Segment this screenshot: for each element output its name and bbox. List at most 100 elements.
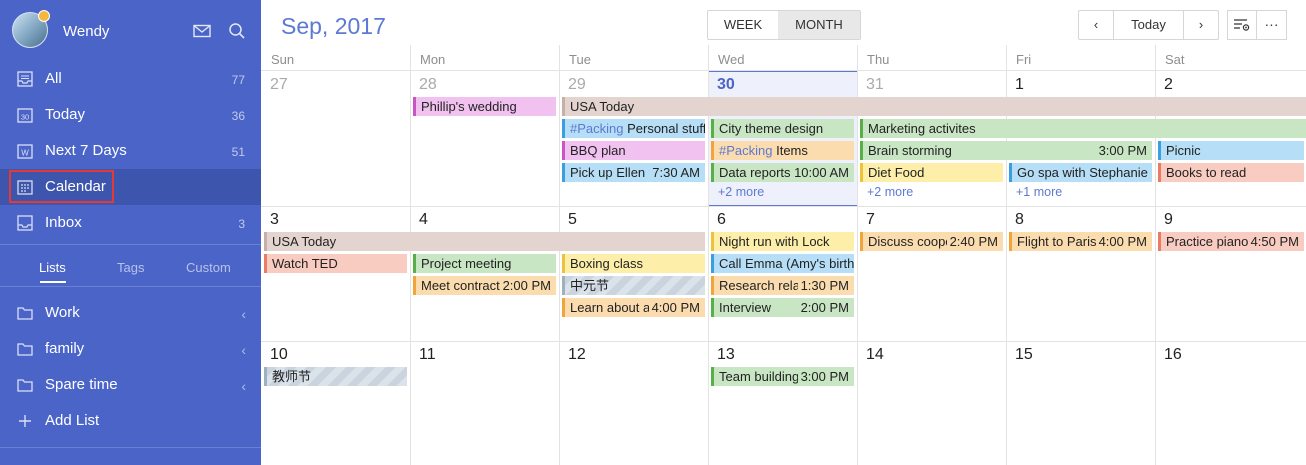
event-chip[interactable]: Team building 3:00 PM: [711, 367, 854, 386]
mail-icon[interactable]: [193, 22, 211, 40]
tab-lists[interactable]: Lists: [39, 260, 66, 275]
event-chip[interactable]: Night run with Lock: [711, 232, 854, 251]
chevron-left-icon[interactable]: ‹: [241, 306, 246, 322]
sidebar-item-work[interactable]: Work ‹: [0, 295, 261, 331]
event-chip[interactable]: Boxing class: [562, 254, 705, 273]
sidebar-item-label: Next 7 Days: [45, 142, 127, 159]
calendar-main: Sep, 2017 WEEK MONTH ‹ Today › ··· Sun M…: [261, 0, 1306, 465]
date-number[interactable]: 29: [568, 76, 586, 94]
date-number[interactable]: 11: [419, 346, 436, 364]
date-number[interactable]: 27: [270, 76, 288, 94]
holiday-chip[interactable]: 中元节: [562, 276, 705, 295]
event-tag: #Packing: [719, 143, 773, 158]
sidebar-item-inbox[interactable]: Inbox 3: [0, 205, 261, 241]
more-events-link[interactable]: +2 more: [867, 185, 913, 199]
event-chip[interactable]: Pick up Ellen f 7:30 AM: [562, 163, 705, 182]
more-events-link[interactable]: +1 more: [1016, 185, 1062, 199]
tab-custom[interactable]: Custom: [186, 260, 231, 275]
event-chip-multiday[interactable]: Marketing activites: [860, 119, 1306, 138]
sidebar-item-spare-time[interactable]: Spare time ‹: [0, 367, 261, 403]
event-chip[interactable]: Watch TED: [264, 254, 407, 273]
date-number[interactable]: 9: [1164, 211, 1173, 229]
month-view-button[interactable]: MONTH: [778, 11, 860, 39]
event-chip[interactable]: Flight to Paris 4:00 PM: [1009, 232, 1152, 251]
sidebar-item-label: Today: [45, 106, 86, 123]
chevron-left-icon[interactable]: ‹: [241, 342, 246, 358]
event-chip[interactable]: Practice piano 4:50 PM: [1158, 232, 1304, 251]
folder-icon: [17, 379, 33, 392]
event-title: Data reports: [719, 165, 791, 180]
event-chip[interactable]: Research relat 1:30 PM: [711, 276, 854, 295]
divider: [0, 286, 261, 287]
holiday-chip[interactable]: 教师节: [264, 367, 407, 386]
sidebar-item-next-7-days[interactable]: W Next 7 Days 51: [0, 133, 261, 169]
view-options-button[interactable]: [1227, 10, 1257, 40]
chevron-left-icon[interactable]: ‹: [1079, 11, 1113, 39]
event-chip[interactable]: Learn about a 4:00 PM: [562, 298, 705, 317]
event-chip[interactable]: Phillip's wedding: [413, 97, 556, 116]
event-chip[interactable]: Go spa with Stephanie: [1009, 163, 1152, 182]
event-chip[interactable]: Diet Food: [860, 163, 1003, 182]
date-number[interactable]: 31: [866, 76, 884, 94]
tab-tags[interactable]: Tags: [117, 260, 144, 275]
event-chip[interactable]: Interview 2:00 PM: [711, 298, 854, 317]
sidebar-item-label: Inbox: [45, 214, 82, 231]
plus-icon: [19, 415, 31, 427]
date-number[interactable]: 13: [717, 346, 735, 364]
add-list-button[interactable]: Add List: [0, 403, 261, 439]
avatar[interactable]: [12, 10, 50, 48]
event-chip[interactable]: Books to read: [1158, 163, 1304, 182]
chevron-left-icon[interactable]: ‹: [241, 378, 246, 394]
event-time: 4:00 PM: [1095, 232, 1147, 251]
date-number[interactable]: 2: [1164, 76, 1173, 94]
event-chip-multiday[interactable]: USA Today: [562, 97, 1306, 116]
chevron-right-icon[interactable]: ›: [1184, 11, 1218, 39]
event-time: 4:50 PM: [1247, 232, 1299, 251]
sidebar-item-today[interactable]: 30 Today 36: [0, 97, 261, 133]
add-list-label: Add List: [45, 412, 100, 429]
event-title: BBQ plan: [570, 143, 626, 158]
event-chip[interactable]: Project meeting: [413, 254, 556, 273]
event-chip[interactable]: Call Emma (Amy's birth: [711, 254, 854, 273]
event-chip[interactable]: City theme design: [711, 119, 854, 138]
date-number[interactable]: 1: [1015, 76, 1024, 94]
divider: [0, 244, 261, 245]
today-button[interactable]: Today: [1113, 11, 1184, 39]
date-number[interactable]: 16: [1164, 346, 1182, 364]
more-options-button[interactable]: ···: [1257, 10, 1287, 40]
event-chip[interactable]: Picnic: [1158, 141, 1304, 160]
search-icon[interactable]: [228, 22, 246, 40]
weekday-header: Fri: [1016, 52, 1032, 67]
more-events-link[interactable]: +2 more: [718, 185, 764, 199]
event-time: 2:40 PM: [946, 232, 998, 251]
date-number[interactable]: 7: [866, 211, 875, 229]
date-number[interactable]: 4: [419, 211, 428, 229]
event-title: USA Today: [272, 234, 337, 249]
event-chip[interactable]: #Packing Items: [711, 141, 854, 160]
event-chip[interactable]: #Packing Personal stuff: [562, 119, 705, 138]
sidebar-item-label: Spare time: [45, 376, 118, 393]
date-number[interactable]: 5: [568, 211, 577, 229]
event-title: Discuss coope: [868, 234, 953, 249]
sidebar-item-family[interactable]: family ‹: [0, 331, 261, 367]
date-number[interactable]: 28: [419, 76, 437, 94]
event-chip[interactable]: Data reports 10:00 AM: [711, 163, 854, 182]
active-tab-indicator: [40, 281, 66, 283]
date-number[interactable]: 6: [717, 211, 726, 229]
date-number[interactable]: 3: [270, 211, 279, 229]
event-chip-multiday[interactable]: USA Today: [264, 232, 705, 251]
date-number[interactable]: 8: [1015, 211, 1024, 229]
date-number[interactable]: 14: [866, 346, 884, 364]
event-chip[interactable]: Discuss coope 2:40 PM: [860, 232, 1003, 251]
date-number[interactable]: 15: [1015, 346, 1033, 364]
week-view-button[interactable]: WEEK: [708, 11, 778, 39]
event-chip[interactable]: BBQ plan: [562, 141, 705, 160]
date-number[interactable]: 12: [568, 346, 586, 364]
user-name[interactable]: Wendy: [63, 23, 109, 40]
date-number-today[interactable]: 30: [717, 76, 735, 94]
sidebar-item-all[interactable]: All 77: [0, 61, 261, 97]
date-number[interactable]: 10: [270, 346, 288, 364]
sidebar-item-count: 3: [238, 217, 245, 231]
event-chip-multiday[interactable]: Brain storming 3:00 PM: [860, 141, 1152, 160]
event-chip[interactable]: Meet contract 2:00 PM: [413, 276, 556, 295]
